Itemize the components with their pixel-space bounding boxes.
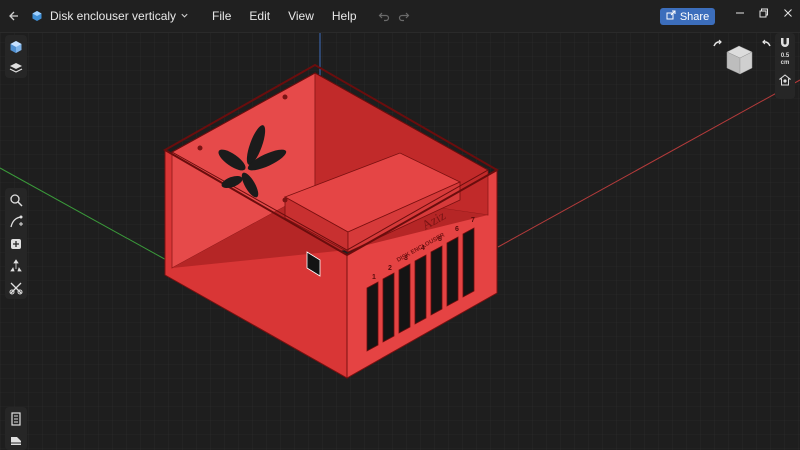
magnet-icon[interactable]: [776, 34, 794, 52]
maximize-icon[interactable]: [751, 0, 777, 26]
orbit-right-icon[interactable]: [762, 39, 771, 47]
slot-number: 3: [404, 255, 408, 262]
slot-number: 6: [455, 226, 459, 233]
left-tools-toolbar: [5, 188, 27, 299]
app-logo-icon: [28, 7, 46, 25]
search-icon[interactable]: [5, 190, 27, 210]
share-button[interactable]: Share: [660, 8, 715, 25]
chevron-down-icon: [180, 9, 189, 23]
slot-number: 7: [471, 217, 475, 224]
document-title-dropdown[interactable]: Disk enclouser verticaly: [50, 9, 189, 23]
menu-bar: File Edit View Help: [203, 5, 366, 27]
view-cube[interactable]: [712, 38, 772, 78]
snap-value: 0.5: [780, 53, 790, 59]
orbit-left-icon[interactable]: [713, 39, 722, 47]
back-icon[interactable]: [2, 5, 24, 27]
left-top-toolbar: [5, 35, 27, 78]
undo-icon[interactable]: [374, 6, 394, 26]
export-icon[interactable]: [5, 430, 27, 449]
transform-icon[interactable]: [5, 256, 27, 276]
scene-canvas[interactable]: Aziz DISK ENCLOUSER 1 2 3 4 5 6 7: [0, 33, 800, 450]
add-primitive-icon[interactable]: [5, 234, 27, 254]
right-panel: 0.5 cm: [775, 33, 795, 99]
left-bottom-toolbar: [5, 407, 27, 450]
layers-icon[interactable]: [5, 58, 27, 77]
slot-number: 2: [388, 265, 392, 272]
menu-view[interactable]: View: [279, 5, 323, 27]
snap-unit: cm: [780, 60, 790, 66]
share-icon: [666, 10, 676, 23]
component-cube-icon[interactable]: [5, 37, 27, 56]
home-view-icon[interactable]: [776, 71, 794, 89]
timeline-icon[interactable]: [5, 409, 27, 428]
redo-icon[interactable]: [394, 6, 414, 26]
slot-number: 1: [372, 274, 376, 281]
menu-help[interactable]: Help: [323, 5, 366, 27]
menu-edit[interactable]: Edit: [240, 5, 279, 27]
share-label: Share: [679, 10, 710, 23]
menu-file[interactable]: File: [203, 5, 240, 27]
close-icon[interactable]: [775, 0, 800, 26]
snap-increment[interactable]: 0.5 cm: [781, 53, 790, 67]
sketch-icon[interactable]: [5, 212, 27, 232]
slot-number: 4: [421, 245, 425, 252]
modify-icon[interactable]: [5, 278, 27, 298]
3d-viewport[interactable]: Aziz DISK ENCLOUSER 1 2 3 4 5 6 7: [0, 33, 800, 450]
minimize-icon[interactable]: [727, 0, 753, 26]
slot-number: 5: [438, 236, 442, 243]
document-title: Disk enclouser verticaly: [50, 9, 177, 23]
